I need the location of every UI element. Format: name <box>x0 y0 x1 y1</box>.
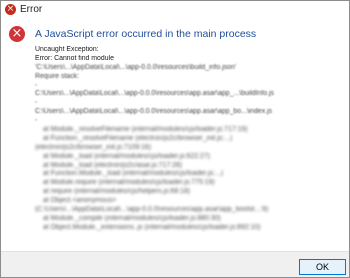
dialog-footer: OK <box>1 251 349 277</box>
error-heading: A JavaScript error occurred in the main … <box>35 28 257 40</box>
stack-line: C:\Users\...\AppData\Local\...\app-0.0.0… <box>35 108 273 116</box>
stack-line: - <box>35 117 38 125</box>
ok-button[interactable]: OK <box>299 259 346 275</box>
stack-line: - <box>35 99 38 107</box>
stack-line: - <box>35 81 38 89</box>
stack-line: (electron/js2c/browser_init.js:7109:16) <box>35 143 152 151</box>
title-bar: × Error <box>1 1 349 19</box>
stack-line: Require stack: <box>35 72 80 80</box>
stack-line: at Object.Module._extensions..js (intern… <box>43 223 261 231</box>
error-circle-icon: × <box>9 26 25 42</box>
stack-line: 'C:\Users\...\AppData\Local\...\app-0.0.… <box>35 63 237 71</box>
stack-line: at Function._resolveFilename (electron/j… <box>43 134 233 142</box>
stack-line: at Module._load (internal/modules/cjs/lo… <box>43 152 211 160</box>
stack-line: C:\Users\...\AppData\Local\...\app-0.0.0… <box>35 90 275 98</box>
stack-line: at Object.<anonymous> <box>43 197 117 205</box>
stack-line: (C:\Users\...\AppData\Local\...\app-0.0.… <box>35 206 269 214</box>
stack-line: at Function.Module._load (internal/modul… <box>43 170 224 178</box>
stack-line: at Module._compile (internal/modules/cjs… <box>43 214 221 222</box>
dialog-content: × A JavaScript error occurred in the mai… <box>1 19 349 251</box>
error-icon: × <box>5 4 16 15</box>
stack-line: at Module._load (electron/js2c/asar.js:7… <box>43 161 183 169</box>
error-message-line: Error: Cannot find module <box>35 54 114 62</box>
window-title: Error <box>20 4 43 15</box>
stack-line: at Module._resolveFilename (internal/mod… <box>43 126 248 134</box>
error-message: Uncaught Exception: Error: Cannot find m… <box>35 46 343 233</box>
error-dialog-window: × Error × A JavaScript error occurred in… <box>0 0 350 278</box>
error-message-line: Uncaught Exception: <box>35 46 99 53</box>
stack-line: at Module.require (internal/modules/cjs/… <box>43 179 215 187</box>
stack-line: at require (internal/modules/cjs/helpers… <box>43 188 191 196</box>
